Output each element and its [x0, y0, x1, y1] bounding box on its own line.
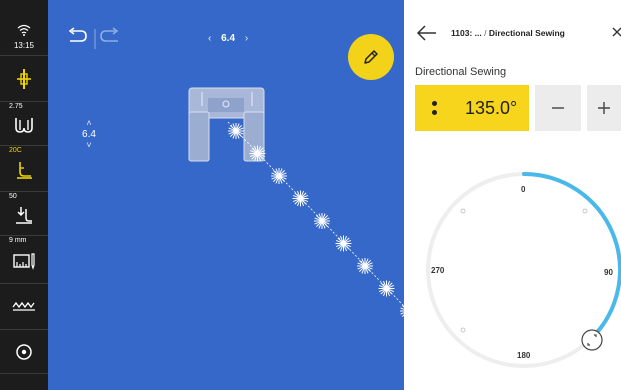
zoom-increase[interactable]: › — [245, 33, 248, 44]
breadcrumb: 1103: ... / Directional Sewing — [451, 28, 565, 38]
redo-icon[interactable] — [100, 27, 119, 42]
chevron-up-icon[interactable]: ˄ — [72, 118, 106, 129]
back-button[interactable] — [416, 23, 438, 48]
stitch-star — [335, 235, 352, 252]
drag-handle-icon — [432, 101, 442, 115]
dial-knob[interactable] — [581, 329, 603, 351]
left-toolbar: 13:15 2.75 20C 50 9 mm — [0, 0, 48, 390]
stitch-star — [228, 123, 244, 139]
presser-foot-graphic — [188, 87, 265, 162]
stitch-width-button[interactable]: 2.75 — [0, 102, 48, 146]
presser-foot-button[interactable]: 20C — [0, 146, 48, 192]
breadcrumb-prefix[interactable]: 1103: ... — [451, 28, 482, 38]
dial-label-bottom: 180 — [517, 351, 531, 360]
zoom-value: 6.4 — [221, 33, 236, 44]
stitch-star — [249, 145, 266, 162]
decrease-button[interactable] — [535, 85, 581, 131]
needle-position-icon — [0, 68, 48, 90]
settings-panel: 1103: ... / Directional Sewing Direction… — [404, 0, 621, 390]
zigzag-stitch-icon — [0, 301, 48, 311]
section-title: Directional Sewing — [415, 66, 507, 78]
dial-label-left: 270 — [431, 266, 445, 275]
measurement-button[interactable]: 9 mm — [0, 236, 48, 284]
direction-dial[interactable] — [404, 165, 621, 385]
settings-button[interactable] — [0, 330, 48, 374]
foot-pressure-icon — [0, 205, 48, 225]
status-area: 13:15 — [0, 0, 48, 56]
stitch-canvas[interactable]: ‹ 6.4 › ˄ 6.4 ˅ — [48, 0, 404, 390]
needle-position-button[interactable] — [0, 56, 48, 102]
measurement-value: 9 mm — [9, 237, 27, 244]
dial-label-right: 90 — [604, 268, 613, 277]
increase-button[interactable] — [587, 85, 621, 131]
stitch-length-value: 6.4 — [82, 129, 96, 140]
edit-button[interactable] — [348, 34, 394, 80]
angle-value: 135.0° — [465, 97, 518, 118]
stitch-star — [292, 190, 309, 207]
stitch-star — [357, 258, 373, 274]
stitch-width-icon — [0, 114, 48, 134]
undo-icon[interactable] — [68, 27, 87, 42]
foot-pressure-button[interactable]: 50 — [0, 192, 48, 236]
stitch-star — [271, 168, 287, 184]
stitch-pattern-button[interactable] — [0, 284, 48, 330]
ruler-icon — [0, 251, 48, 271]
zoom-decrease[interactable]: ‹ — [208, 33, 211, 44]
dial-label-top: 0 — [521, 185, 526, 194]
angle-input[interactable]: 135.0° — [415, 85, 529, 131]
plus-icon — [598, 102, 610, 114]
stitch-star — [314, 213, 330, 229]
zoom-control[interactable]: ‹ 6.4 › — [208, 33, 248, 44]
close-icon — [612, 27, 621, 37]
stitch-star — [378, 280, 395, 297]
foot-pressure-value: 50 — [9, 193, 17, 200]
chevron-down-icon[interactable]: ˅ — [72, 140, 106, 151]
arrow-left-icon — [416, 25, 436, 41]
close-button[interactable] — [612, 24, 621, 40]
wifi-icon — [0, 24, 48, 36]
presser-foot-value: 20C — [9, 147, 22, 154]
breadcrumb-current: Directional Sewing — [488, 28, 565, 38]
stitch-width-value: 2.75 — [9, 103, 23, 110]
pencil-icon — [364, 50, 378, 64]
presser-foot-icon — [0, 160, 48, 180]
target-icon — [0, 343, 48, 361]
minus-icon — [552, 107, 564, 109]
breadcrumb-separator: / — [481, 28, 489, 38]
stitch-length-control[interactable]: ˄ 6.4 ˅ — [72, 118, 106, 151]
clock: 13:15 — [13, 41, 35, 50]
